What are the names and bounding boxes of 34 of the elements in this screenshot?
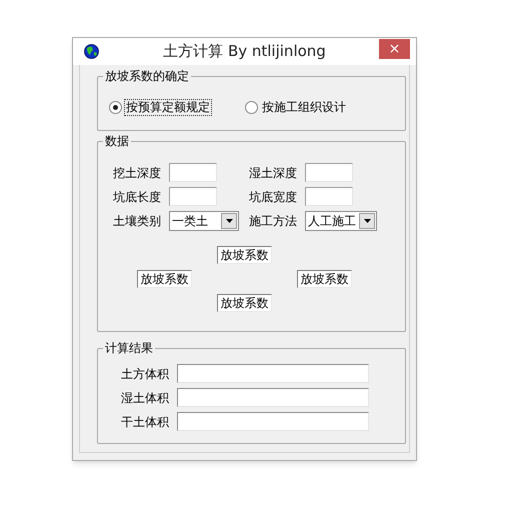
group-title: 计算结果 [103,340,155,356]
caret-icon [364,219,370,223]
dropdown[interactable]: 人工施工 [305,211,377,231]
window-title: 土方计算 By ntlijinlong [163,41,326,62]
dropdown[interactable]: 一类土 [169,211,239,231]
input-field[interactable] [169,187,217,206]
input-field[interactable] [177,412,369,431]
input-field[interactable] [169,163,217,182]
field-label: 施工方法 [249,213,298,230]
close-button[interactable]: × [379,39,410,59]
input-field[interactable] [305,163,353,182]
input-field[interactable] [177,364,369,383]
radio-label[interactable]: 按预算定额规定 [125,100,211,115]
globe-icon [84,44,99,59]
field-label: 土壤类别 [113,213,162,230]
input-field[interactable] [177,388,369,407]
group-title: 数据 [103,133,131,149]
input-field[interactable] [305,187,353,206]
radio-button[interactable] [109,101,122,114]
field-label: 坑底宽度 [249,189,298,206]
radio-button[interactable] [245,101,258,114]
caret-icon [226,219,232,223]
field-label: 土方体积 [121,366,170,383]
slope-button[interactable]: 放坡系数 [217,246,272,264]
field-label: 挖土深度 [113,165,162,182]
slope-button[interactable]: 放坡系数 [297,270,352,288]
field-label: 湿土体积 [121,390,170,407]
slope-button[interactable]: 放坡系数 [137,270,192,288]
radio-label[interactable]: 按施工组织设计 [261,100,347,115]
field-label: 坑底长度 [113,189,162,206]
field-label: 湿土深度 [249,165,298,182]
group-title: 放坡系数的确定 [103,68,191,84]
slope-button[interactable]: 放坡系数 [217,294,272,312]
field-label: 干土体积 [121,414,170,431]
